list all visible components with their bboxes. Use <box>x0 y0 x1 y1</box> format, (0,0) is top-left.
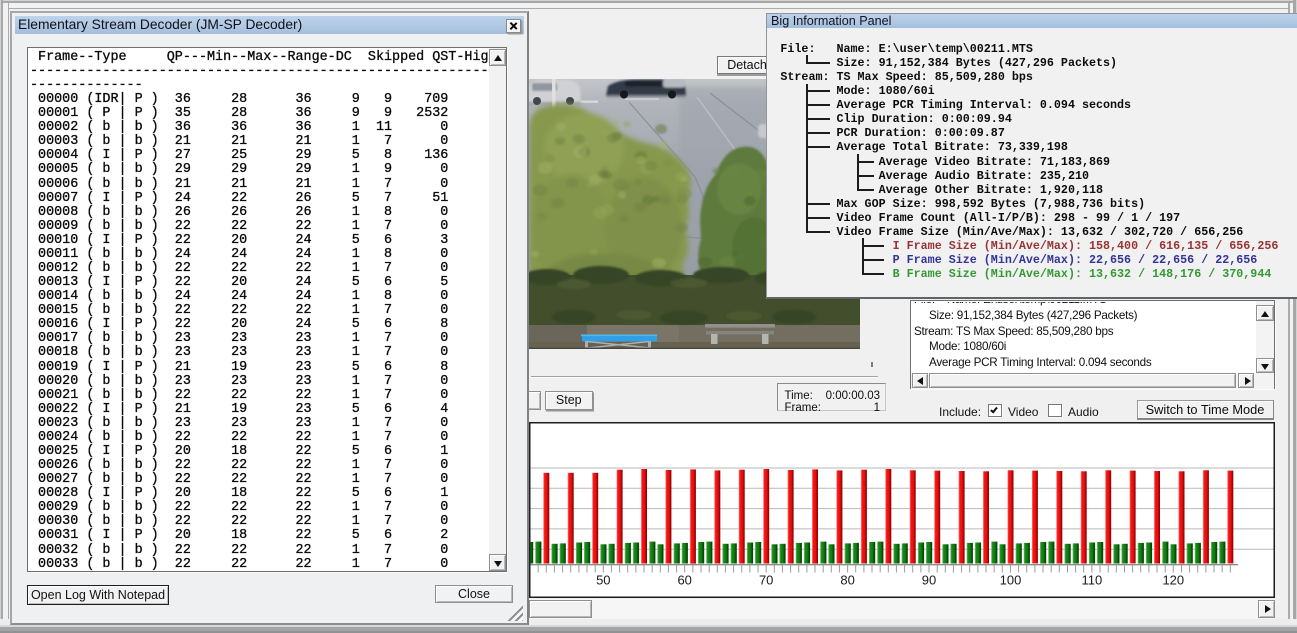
svg-text:50: 50 <box>596 572 610 587</box>
svg-text:70: 70 <box>759 572 773 587</box>
svg-text:120: 120 <box>1162 572 1184 587</box>
svg-text:110: 110 <box>1082 572 1103 587</box>
svg-text:90: 90 <box>922 572 936 587</box>
svg-text:80: 80 <box>840 572 854 587</box>
svg-text:100: 100 <box>1000 572 1022 587</box>
svg-text:60: 60 <box>677 572 691 587</box>
